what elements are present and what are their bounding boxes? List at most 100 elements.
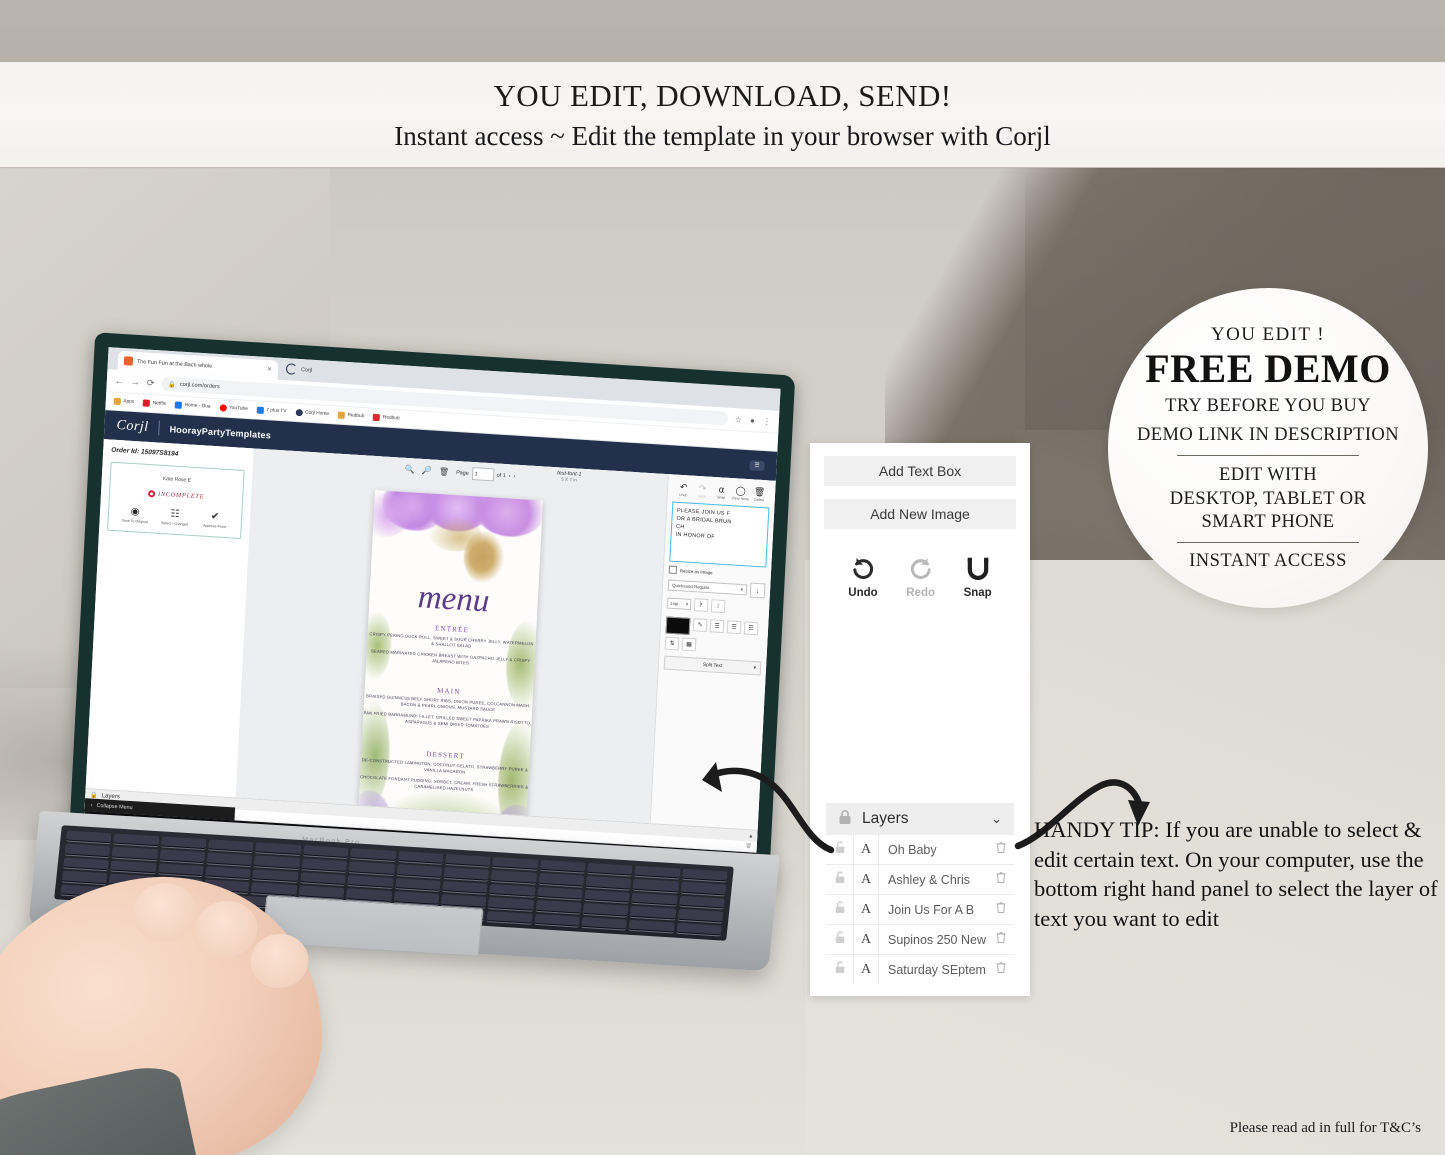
close-tab-icon[interactable]: ✕	[267, 366, 272, 373]
clear-label: Clear None	[731, 496, 749, 502]
unlock-icon[interactable]	[826, 930, 853, 949]
format-row: ✎ ☰ ☰ ☰ ⇅ ▦	[664, 613, 764, 656]
layer-row[interactable]: A Supinos 250 New	[826, 925, 1014, 955]
delete-layer-icon[interactable]	[988, 900, 1014, 919]
redo-button[interactable]: Redo	[906, 554, 935, 599]
save-label: Save To Original	[121, 518, 148, 525]
order-card[interactable]: Kate Rose E INCOMPLETE ◉ Save To Origina…	[107, 461, 245, 540]
badge-instant-access: INSTANT ACCESS	[1189, 550, 1347, 571]
zoom-in-icon[interactable]: 🔍	[405, 465, 415, 475]
corjl-logo: Corjl	[116, 417, 150, 435]
font-family-row: Quicksand Regular ▾ ↓	[667, 578, 766, 599]
layer-name: Ashley & Chris	[888, 872, 970, 887]
resize-as-image-checkbox[interactable]: Resize as Image	[668, 565, 766, 580]
text-color-swatch[interactable]	[665, 616, 691, 635]
delete-layer-icon[interactable]	[988, 870, 1014, 889]
bookmark-item[interactable]: Corjl Home	[295, 408, 329, 418]
approve-proof-button[interactable]: ✔ Approve Proof	[199, 511, 232, 529]
snap-magnet-icon: ⍺	[718, 484, 725, 495]
order-card-actions: ◉ Save To Original ☷ Select / Changes ✔ …	[115, 506, 236, 530]
snap-button[interactable]: Snap	[964, 554, 992, 599]
browser-toolbar-icons[interactable]: ☆ ● ⋮	[735, 415, 771, 426]
line-height-button[interactable]: ↕	[710, 599, 726, 614]
unlock-icon[interactable]	[826, 960, 853, 979]
order-card-name: Kate Rose E	[162, 475, 192, 484]
magnet-icon	[967, 557, 988, 580]
delete-button[interactable]: 🗑 Delete	[750, 487, 770, 503]
bookmark-item[interactable]: YouTube	[219, 404, 248, 413]
browser-nav-icons[interactable]: ← → ⟳	[115, 375, 155, 388]
bookmark-item[interactable]: Redbub	[337, 411, 365, 421]
next-page-icon[interactable]: ›	[513, 473, 515, 479]
font-download-button[interactable]: ↓	[749, 582, 766, 599]
bookmark-item[interactable]: Redbub	[373, 413, 400, 423]
tab2-title: Corjl	[300, 366, 313, 374]
menu-card-preview[interactable]: menu ENTRÉE CRISPY PEKING DUCK ROLL, SWE…	[356, 490, 544, 849]
bookmark-item[interactable]: Netflix	[143, 399, 166, 407]
text-layer-icon: A	[853, 925, 879, 954]
chevron-down-icon: ▾	[753, 665, 757, 672]
chevron-down-icon[interactable]: ⌄	[991, 811, 1002, 827]
text-box-icon[interactable]: ▦	[681, 637, 697, 652]
align-justify-icon[interactable]: ☰	[743, 621, 759, 636]
browser-tab-second[interactable]: Corjl	[285, 363, 313, 376]
select-changes-button[interactable]: ☷ Select / Changes	[159, 509, 192, 527]
align-left-icon[interactable]: ☰	[709, 619, 725, 634]
layer-row[interactable]: A Ashley & Chris	[826, 865, 1014, 895]
layer-row[interactable]: A Saturday SEptem	[826, 955, 1014, 984]
undo-icon: ↶	[679, 481, 688, 493]
zoom-out-icon[interactable]: 🔎	[422, 466, 432, 476]
font-family-select[interactable]: Quicksand Regular ▾	[667, 579, 748, 596]
bookmark-item[interactable]: Apps	[113, 397, 135, 406]
back-icon[interactable]: ←	[115, 375, 125, 387]
page-input[interactable]	[471, 467, 495, 482]
badge-devices-line2: SMART PHONE	[1201, 511, 1335, 532]
bookmark-item[interactable]: Home - Dua	[174, 401, 211, 410]
text-editor-field[interactable]: PLEASE JOIN US F OR A BRIDAL BRUN CH IN …	[669, 501, 770, 568]
snap-button[interactable]: ⍺ Snap	[712, 484, 732, 500]
align-center-icon[interactable]: ☰	[726, 620, 742, 635]
layer-row[interactable]: A Oh Baby	[826, 835, 1014, 865]
bookmark-star-icon[interactable]: ☆	[735, 415, 743, 424]
page-control[interactable]: Page of 1 ‹ ›	[456, 466, 516, 483]
font-size-select[interactable]: 14pt ▾	[666, 597, 692, 610]
unlock-icon[interactable]	[826, 870, 853, 889]
select-changes-label: Select / Changes	[160, 520, 189, 527]
layers-panel-header[interactable]: Layers ⌄	[826, 803, 1014, 835]
forward-icon[interactable]: →	[131, 376, 141, 388]
split-text-button[interactable]: Split Text ▾	[663, 655, 762, 676]
snap-label: Snap	[963, 587, 992, 599]
lock-icon: 🔒	[168, 381, 177, 388]
reload-icon[interactable]: ⟳	[147, 377, 155, 388]
save-icon: ◉	[130, 506, 140, 518]
resize-label: Resize as Image	[679, 567, 713, 575]
undo-button[interactable]: Undo	[848, 554, 878, 599]
header-actions[interactable]: ☰	[749, 459, 765, 471]
text-layer-icon: A	[853, 955, 879, 984]
bold-button[interactable]: 𝄭	[693, 598, 709, 613]
add-text-box-button[interactable]: Add Text Box	[824, 456, 1016, 486]
clear-none-button[interactable]: ◯ Clear None	[731, 485, 751, 502]
lock-icon	[838, 809, 852, 830]
header-chip[interactable]: ☰	[749, 459, 765, 471]
bookmark-item[interactable]: 7 plus TV	[256, 406, 287, 416]
add-new-image-button[interactable]: Add New Image	[824, 499, 1016, 529]
eyedropper-icon[interactable]: ✎	[692, 618, 708, 633]
delete-label: Delete	[754, 497, 765, 503]
arrow-left-curved	[702, 762, 835, 854]
vertical-align-icon[interactable]: ⇅	[664, 636, 680, 651]
trash-icon[interactable]: 🗑	[439, 467, 450, 477]
delete-layer-icon[interactable]	[988, 930, 1014, 949]
menu-kebab-icon[interactable]: ⋮	[763, 416, 771, 425]
snap-label: Snap	[717, 495, 726, 500]
chevron-down-icon: ▾	[685, 601, 689, 607]
profile-icon[interactable]: ●	[750, 416, 755, 425]
delete-layer-icon[interactable]	[988, 960, 1014, 979]
unlock-icon[interactable]	[826, 900, 853, 919]
banner-subheadline: Instant access ~ Edit the template in yo…	[394, 120, 1051, 151]
layer-row[interactable]: A Join Us For A B	[826, 895, 1014, 925]
prev-page-icon[interactable]: ‹	[509, 473, 511, 479]
save-to-original-button[interactable]: ◉ Save To Original	[119, 506, 152, 524]
undo-button[interactable]: ↶ Undo	[674, 481, 694, 498]
redo-button[interactable]: ↷ Redo	[693, 483, 713, 499]
